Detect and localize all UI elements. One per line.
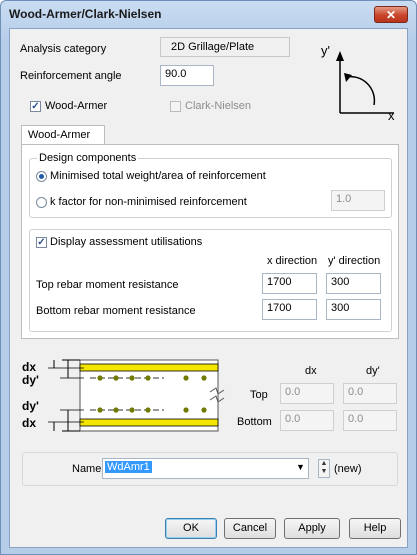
dialog-window: Wood-Armer/Clark-Nielsen ✕ Analysis cate… <box>0 0 417 555</box>
minimised-weight-radio[interactable] <box>36 171 47 182</box>
wood-armer-checkbox-label: Wood-Armer <box>45 100 108 112</box>
name-label: Name <box>72 463 102 475</box>
top-rebar-label: Top rebar moment resistance <box>36 279 179 291</box>
analysis-category-value: 2D Grillage/Plate <box>171 41 255 53</box>
bottom-depth-label: Bottom <box>237 416 272 428</box>
dx-column-header: dx <box>305 365 317 377</box>
tab-wood-armer[interactable]: Wood-Armer <box>21 125 105 145</box>
design-components-label: Design components <box>37 152 139 164</box>
top-rebar-y-input[interactable]: 300 <box>326 273 381 294</box>
clark-nielsen-checkbox-label: Clark-Nielsen <box>185 100 252 112</box>
minimised-weight-radio-label: Minimised total weight/area of reinforce… <box>50 170 266 182</box>
k-factor-input[interactable]: 1.0 <box>331 190 385 211</box>
dy-bottom-label: dy' <box>22 399 39 413</box>
analysis-category-label: Analysis category <box>20 43 107 55</box>
name-combo[interactable]: WdAmr1 ▼ <box>102 458 309 479</box>
rotation-arc <box>345 75 376 106</box>
top-rebar-band <box>79 363 219 372</box>
window-title: Wood-Armer/Clark-Nielsen <box>9 7 162 21</box>
dx-top-label: dx <box>22 360 37 374</box>
chevron-down-icon[interactable]: ▼ <box>296 462 305 472</box>
bottom-rebar-y-input[interactable]: 300 <box>326 299 381 320</box>
close-button[interactable]: ✕ <box>374 6 408 23</box>
top-depth-label: Top <box>250 389 268 401</box>
clark-nielsen-checkbox[interactable] <box>170 101 181 112</box>
display-assessment-checkbox[interactable]: ✓ <box>36 237 47 248</box>
y-axis-label: y' <box>321 43 330 58</box>
y-axis-arrowhead <box>336 51 344 61</box>
help-button[interactable]: Help <box>349 518 401 539</box>
tab-wood-armer-label: Wood-Armer <box>28 129 91 141</box>
bottom-rebar-band <box>79 418 219 427</box>
k-factor-radio[interactable] <box>36 197 47 208</box>
dy-column-header: dy' <box>366 365 380 377</box>
rotation-arrowhead <box>344 73 352 82</box>
tab-panel-wood-armer: Design components Minimised total weight… <box>21 144 399 339</box>
x-direction-header: x direction <box>267 255 318 267</box>
bottom-dy-input[interactable]: 0.0 <box>343 410 397 431</box>
section-diagram <box>48 359 225 432</box>
title-bar[interactable]: Wood-Armer/Clark-Nielsen ✕ <box>1 1 416 28</box>
k-factor-radio-label: k factor for non-minimised reinforcement <box>50 196 247 208</box>
bottom-dx-input[interactable]: 0.0 <box>280 410 334 431</box>
reinforcement-angle-input[interactable]: 90.0 <box>160 65 214 86</box>
wood-armer-checkbox[interactable]: ✓ <box>30 101 41 112</box>
dialog-client-area: Analysis category 2D Grillage/Plate Rein… <box>9 28 408 548</box>
y-direction-header: y' direction <box>328 255 381 267</box>
top-dx-input[interactable]: 0.0 <box>280 383 334 404</box>
dy-top-label: dy' <box>22 373 39 387</box>
top-dy-input[interactable]: 0.0 <box>343 383 397 404</box>
bottom-rebar-x-input[interactable]: 1700 <box>262 299 317 320</box>
analysis-category-value-box: 2D Grillage/Plate <box>160 37 290 57</box>
name-status: (new) <box>334 463 362 475</box>
name-combo-value: WdAmr1 <box>105 461 152 473</box>
apply-button[interactable]: Apply <box>284 518 340 539</box>
top-rebar-x-input[interactable]: 1700 <box>262 273 317 294</box>
x-axis-label: x <box>388 108 395 123</box>
dx-bottom-label: dx <box>22 416 37 430</box>
cancel-button[interactable]: Cancel <box>224 518 276 539</box>
ok-button[interactable]: OK <box>165 518 217 539</box>
display-assessment-checkbox-label: Display assessment utilisations <box>50 236 203 248</box>
reinforcement-angle-label: Reinforcement angle <box>20 70 122 82</box>
bottom-rebar-label: Bottom rebar moment resistance <box>36 305 196 317</box>
name-spin-buttons[interactable]: ▲ ▼ <box>318 459 330 478</box>
